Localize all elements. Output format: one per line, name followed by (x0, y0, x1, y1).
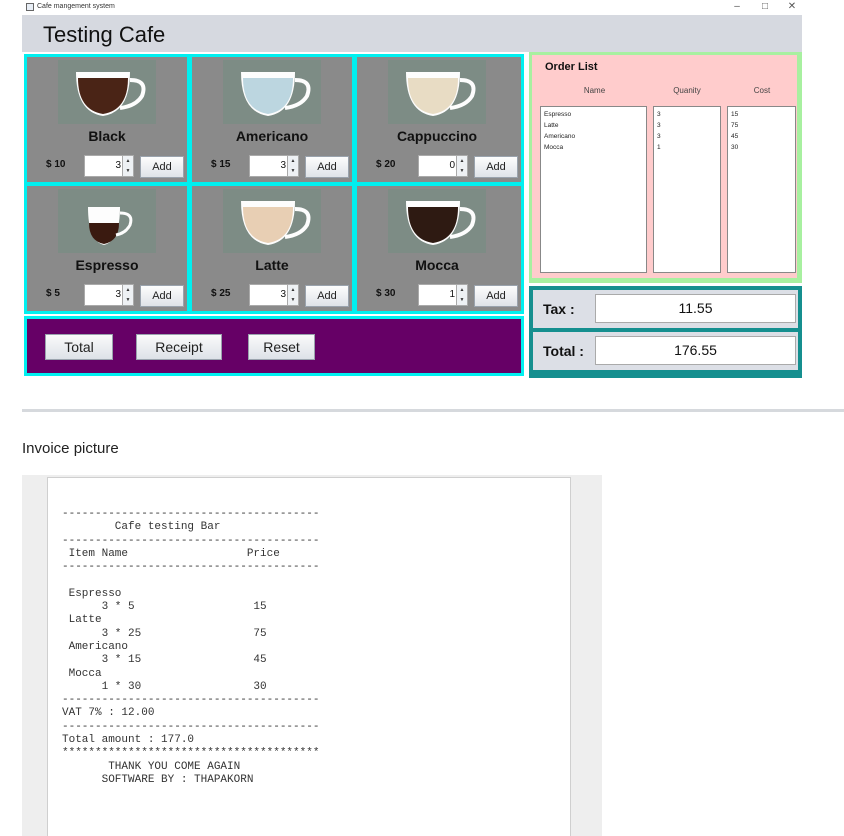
quantity-stepper[interactable]: 3 ▲ ▼ (84, 284, 134, 306)
column-header-name: Name (583, 86, 606, 95)
quantity-value: 3 (115, 289, 121, 300)
invoice-section-title: Invoice picture (22, 440, 119, 457)
stepper-up-icon[interactable]: ▲ (457, 285, 467, 295)
quantity-stepper[interactable]: 3 ▲ ▼ (249, 284, 299, 306)
total-label: Total : (543, 343, 584, 359)
stepper-up-icon[interactable]: ▲ (288, 156, 298, 166)
app-window: Cafe mangement system – □ ✕ Testing Cafe… (22, 0, 802, 380)
coffee-cup-icon (388, 189, 486, 253)
menu-card-latte: Latte $ 25 3 ▲ ▼ Add (192, 186, 352, 311)
total-field[interactable]: 176.55 (595, 336, 796, 365)
item-name: Black (88, 128, 126, 144)
item-name: Mocca (415, 257, 459, 273)
cup-image (241, 201, 311, 245)
column-header-cost: Cost (753, 86, 771, 95)
add-button[interactable]: Add (474, 156, 518, 178)
quantity-value: 1 (449, 289, 455, 300)
quantity-stepper[interactable]: 1 ▲ ▼ (418, 284, 468, 306)
invoice-image: --------------------------------------- … (22, 475, 602, 836)
stepper-down-icon[interactable]: ▼ (457, 295, 467, 305)
receipt-paper: --------------------------------------- … (47, 477, 571, 836)
cup-image (406, 201, 476, 245)
coffee-cup-icon (223, 60, 321, 124)
coffee-cup-icon (58, 60, 156, 124)
stepper-down-icon[interactable]: ▼ (123, 295, 133, 305)
menu-card-mocca: Mocca $ 30 1 ▲ ▼ Add (357, 186, 521, 311)
header: Testing Cafe (22, 15, 802, 52)
tax-row: Tax : 11.55 (533, 290, 798, 328)
menu-card-espresso: Espresso $ 5 3 ▲ ▼ Add (27, 186, 187, 311)
add-button[interactable]: Add (305, 285, 349, 307)
quantity-stepper[interactable]: 0 ▲ ▼ (418, 155, 468, 177)
coffee-cup-icon (388, 60, 486, 124)
stepper-down-icon[interactable]: ▼ (288, 295, 298, 305)
order-list-body: Order List Name Quanity Cost Espresso La… (532, 55, 797, 278)
action-bar: Total Receipt Reset (24, 316, 524, 376)
menu-grid: Black $ 10 3 ▲ ▼ Add Americano $ 15 3 ▲ ▼ Ad… (24, 54, 524, 314)
item-price: $ 5 (46, 288, 60, 299)
order-costs-list[interactable]: 15 75 45 30 (727, 106, 796, 273)
order-names-list[interactable]: Espresso Latte Americano Mocca (540, 106, 647, 273)
menu-card-black: Black $ 10 3 ▲ ▼ Add (27, 57, 187, 182)
add-button[interactable]: Add (474, 285, 518, 307)
stepper-up-icon[interactable]: ▲ (288, 285, 298, 295)
section-divider (22, 409, 844, 412)
item-name: Latte (255, 257, 289, 273)
coffee-cup-icon (58, 189, 156, 253)
item-price: $ 25 (211, 288, 231, 299)
tax-label: Tax : (543, 301, 575, 317)
cup-image (88, 207, 133, 245)
item-name: Cappuccino (396, 128, 478, 144)
total-button[interactable]: Total (45, 334, 113, 360)
close-icon[interactable]: ✕ (785, 1, 799, 12)
totals-panel: Tax : 11.55 Total : 176.55 (529, 286, 802, 378)
add-button[interactable]: Add (305, 156, 349, 178)
item-price: $ 20 (376, 159, 396, 170)
item-name: Americano (235, 128, 309, 144)
quantity-value: 0 (449, 160, 455, 171)
order-list-title: Order List (545, 61, 598, 73)
action-bar-panel: Total Receipt Reset (27, 319, 521, 373)
maximize-icon[interactable]: □ (758, 1, 772, 12)
coffee-cup-icon (223, 189, 321, 253)
title-bar: Cafe mangement system – □ ✕ (22, 0, 802, 15)
stepper-down-icon[interactable]: ▼ (457, 166, 467, 176)
quantity-stepper[interactable]: 3 ▲ ▼ (249, 155, 299, 177)
cup-liquid (89, 223, 119, 244)
page-title: Testing Cafe (43, 22, 166, 47)
tax-field[interactable]: 11.55 (595, 294, 796, 323)
add-button[interactable]: Add (140, 156, 184, 178)
quantity-value: 3 (280, 289, 286, 300)
column-header-quantity: Quanity (673, 86, 701, 95)
quantity-value: 3 (280, 160, 286, 171)
quantity-stepper[interactable]: 3 ▲ ▼ (84, 155, 134, 177)
menu-card-cappuccino: Cappuccino $ 20 0 ▲ ▼ Add (357, 57, 521, 182)
coffee-app-icon (26, 3, 34, 11)
item-price: $ 30 (376, 288, 396, 299)
item-price: $ 15 (211, 159, 231, 170)
item-price: $ 10 (46, 159, 66, 170)
quantity-value: 3 (115, 160, 121, 171)
stepper-down-icon[interactable]: ▼ (123, 166, 133, 176)
item-name: Espresso (75, 257, 139, 273)
menu-card-americano: Americano $ 15 3 ▲ ▼ Add (192, 57, 352, 182)
order-list-panel: Order List Name Quanity Cost Espresso La… (529, 52, 802, 283)
minimize-icon[interactable]: – (730, 1, 744, 12)
add-button[interactable]: Add (140, 285, 184, 307)
stepper-up-icon[interactable]: ▲ (123, 156, 133, 166)
stepper-up-icon[interactable]: ▲ (457, 156, 467, 166)
cup-image (406, 72, 476, 116)
stepper-up-icon[interactable]: ▲ (123, 285, 133, 295)
order-quantities-list[interactable]: 3 3 3 1 (653, 106, 721, 273)
reset-button[interactable]: Reset (248, 334, 315, 360)
total-row: Total : 176.55 (533, 332, 798, 370)
receipt-text: --------------------------------------- … (62, 508, 320, 786)
window-title: Cafe mangement system (37, 3, 115, 10)
receipt-button[interactable]: Receipt (136, 334, 222, 360)
stepper-down-icon[interactable]: ▼ (288, 166, 298, 176)
cup-image (76, 72, 146, 116)
cup-image (241, 72, 311, 116)
